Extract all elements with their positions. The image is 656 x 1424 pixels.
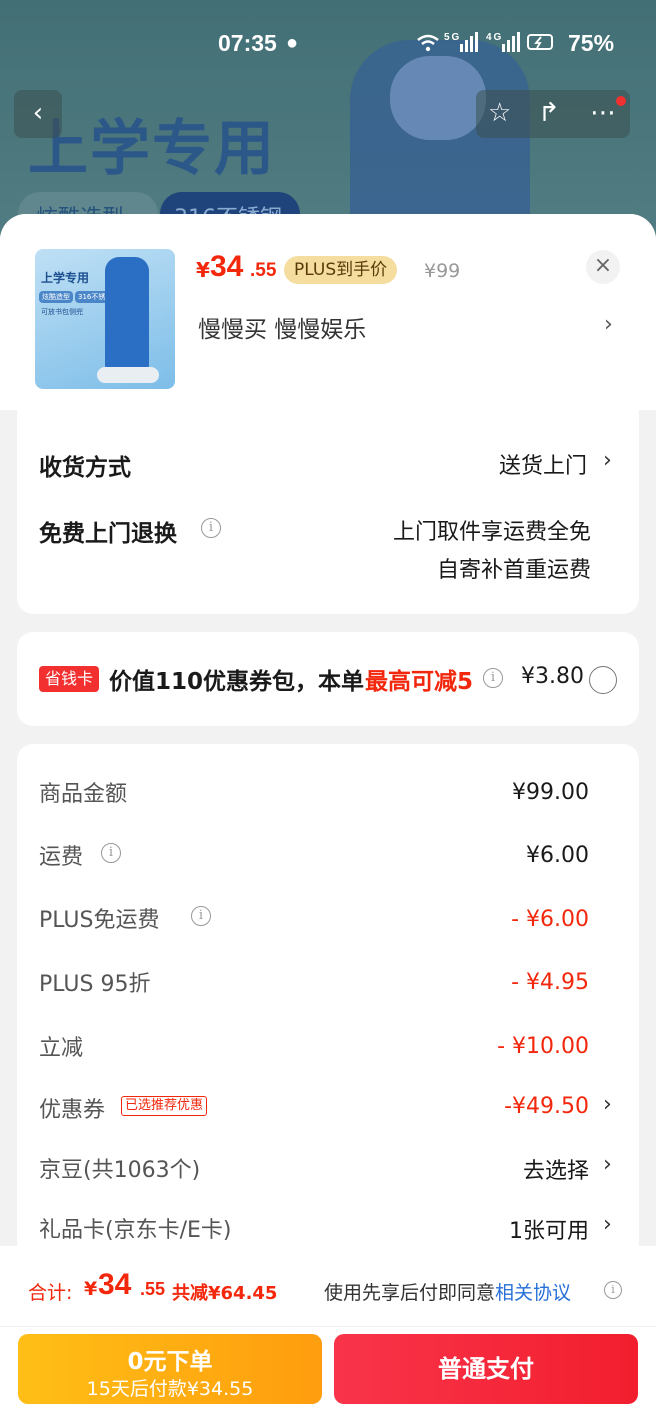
fee-row-label: PLUS 95折 xyxy=(39,972,151,997)
thumb-tag: 炫酷造型 xyxy=(39,291,73,303)
agreement-text: 使用先享后付即同意相关协议 xyxy=(324,1278,571,1305)
total-currency: ¥ xyxy=(84,1278,98,1300)
more-icon[interactable]: ⋯ xyxy=(590,98,616,128)
fee-breakdown-card: 商品金额 ¥99.00 运费 i ¥6.00 PLUS免运费 i - ¥6.00… xyxy=(17,744,639,1254)
share-icon[interactable]: ↱ xyxy=(538,98,560,128)
coupon-selected-tag: 已选推荐优惠 xyxy=(121,1096,208,1116)
normal-pay-button[interactable]: 普通支付 xyxy=(334,1334,638,1404)
price-integer: 34 xyxy=(210,250,244,283)
savings-highlight: 最高可减5 xyxy=(365,669,474,695)
agreement-link[interactable]: 相关协议 xyxy=(495,1282,571,1304)
pay-later-button[interactable]: 0元下单 15天后付款¥34.55 xyxy=(18,1334,322,1404)
thumb-text: 可放书包侧兜 xyxy=(41,308,83,316)
chevron-right-icon[interactable]: › xyxy=(603,448,612,473)
thumb-base xyxy=(97,367,159,383)
info-icon[interactable]: i xyxy=(101,843,121,863)
savings-card[interactable]: 省钱卡 价值110优惠券包，本单 最高可减5 i ¥3.80 xyxy=(17,632,639,726)
agreement-prefix: 使用先享后付即同意 xyxy=(324,1282,496,1304)
fee-row-value: ¥99.00 xyxy=(512,780,589,805)
savings-text: 价值110优惠券包，本单 xyxy=(109,669,365,695)
product-thumbnail: 上学专用 炫酷造型 316不锈钢 可放书包侧兜 xyxy=(35,249,175,389)
price-decimal: .55 xyxy=(250,260,277,281)
status-bar: 07:35 ● 5G 4G 75% xyxy=(0,0,656,88)
notification-dot xyxy=(616,96,626,106)
fee-row-label: 礼品卡(京东卡/E卡) xyxy=(39,1218,232,1243)
fee-row-label: 京豆(共1063个) xyxy=(39,1158,201,1183)
fee-row-label: PLUS免运费 xyxy=(39,908,160,933)
chevron-right-icon[interactable]: › xyxy=(603,1152,612,1177)
plus-price-badge: PLUS到手价 xyxy=(284,256,398,284)
selected-variant[interactable]: 慢慢买 慢慢娱乐 xyxy=(198,310,366,344)
info-icon[interactable]: i xyxy=(201,518,221,538)
svg-text:5G: 5G xyxy=(444,32,461,43)
return-service-line-1: 上门取件享运费全免 xyxy=(392,520,591,545)
thumb-bottle xyxy=(105,257,149,379)
total-decimal: .55 xyxy=(140,1279,166,1299)
delivery-card: 收货方式 送货上门 › 免费上门退换 i 上门取件享运费全免 自寄补首重运费 xyxy=(17,410,639,614)
star-icon[interactable]: ☆ xyxy=(488,98,511,128)
chevron-right-icon[interactable]: › xyxy=(604,312,613,337)
info-icon[interactable]: i xyxy=(483,668,503,688)
delivery-value[interactable]: 送货上门 xyxy=(499,448,587,480)
fee-row-value[interactable]: 去选择 xyxy=(523,1153,589,1185)
battery-level: 75% xyxy=(568,30,615,56)
chevron-right-icon[interactable]: › xyxy=(603,1092,612,1117)
status-time: 07:35 xyxy=(218,30,277,56)
divider xyxy=(0,1326,656,1327)
fee-row-value: - ¥10.00 xyxy=(497,1034,589,1059)
fee-row-value: - ¥6.00 xyxy=(511,907,589,932)
fee-row-value: ¥6.00 xyxy=(526,843,589,868)
savings-badge: 省钱卡 xyxy=(39,666,100,692)
savings-radio[interactable] xyxy=(589,666,617,694)
fee-row-value: - ¥4.95 xyxy=(511,970,589,995)
thumb-title: 上学专用 xyxy=(41,271,90,285)
svg-text:4G: 4G xyxy=(486,32,503,43)
pay-later-title: 0元下单 xyxy=(127,1349,213,1375)
total-label: 合计: xyxy=(28,1282,73,1304)
return-service-label: 免费上门退换 xyxy=(39,521,177,547)
delivery-label: 收货方式 xyxy=(39,455,131,481)
original-price: ¥99 xyxy=(424,260,461,282)
signal-icons: 5G 4G xyxy=(416,30,556,60)
close-button[interactable]: × xyxy=(586,250,620,284)
fee-row-label: 商品金额 xyxy=(39,782,128,807)
wifi-signal-icon: 5G 4G xyxy=(417,32,553,52)
fee-row-label: 立减 xyxy=(39,1036,84,1061)
total-integer: 34 xyxy=(98,1268,132,1301)
nav-actions: ☆ ↱ ⋯ xyxy=(476,90,630,138)
total-saved: 共减¥64.45 xyxy=(172,1283,278,1304)
fee-row-label: 优惠券 xyxy=(39,1098,106,1123)
fee-row-label: 运费 xyxy=(39,845,84,870)
back-button[interactable]: ‹ xyxy=(14,90,62,138)
checkout-sheet: 上学专用 炫酷造型 316不锈钢 可放书包侧兜 ¥ 34 .55 PLUS到手价… xyxy=(0,214,656,1424)
product-summary: 上学专用 炫酷造型 316不锈钢 可放书包侧兜 ¥ 34 .55 PLUS到手价… xyxy=(0,214,656,410)
savings-amount: ¥3.80 xyxy=(521,664,584,689)
info-icon[interactable]: i xyxy=(191,906,211,926)
wechat-icon: ● xyxy=(286,32,299,54)
price-currency: ¥ xyxy=(196,258,210,282)
fee-row-value[interactable]: 1张可用 xyxy=(509,1213,589,1245)
chevron-right-icon[interactable]: › xyxy=(603,1212,612,1237)
info-icon[interactable]: i xyxy=(604,1281,622,1299)
checkout-footer: 合计: ¥ 34 .55 共减¥64.45 使用先享后付即同意相关协议 i 0元… xyxy=(0,1246,656,1424)
pay-later-subtitle: 15天后付款¥34.55 xyxy=(86,1378,254,1400)
return-service-line-2: 自寄补首重运费 xyxy=(436,558,591,583)
fee-row-value[interactable]: -¥49.50 xyxy=(504,1094,589,1119)
